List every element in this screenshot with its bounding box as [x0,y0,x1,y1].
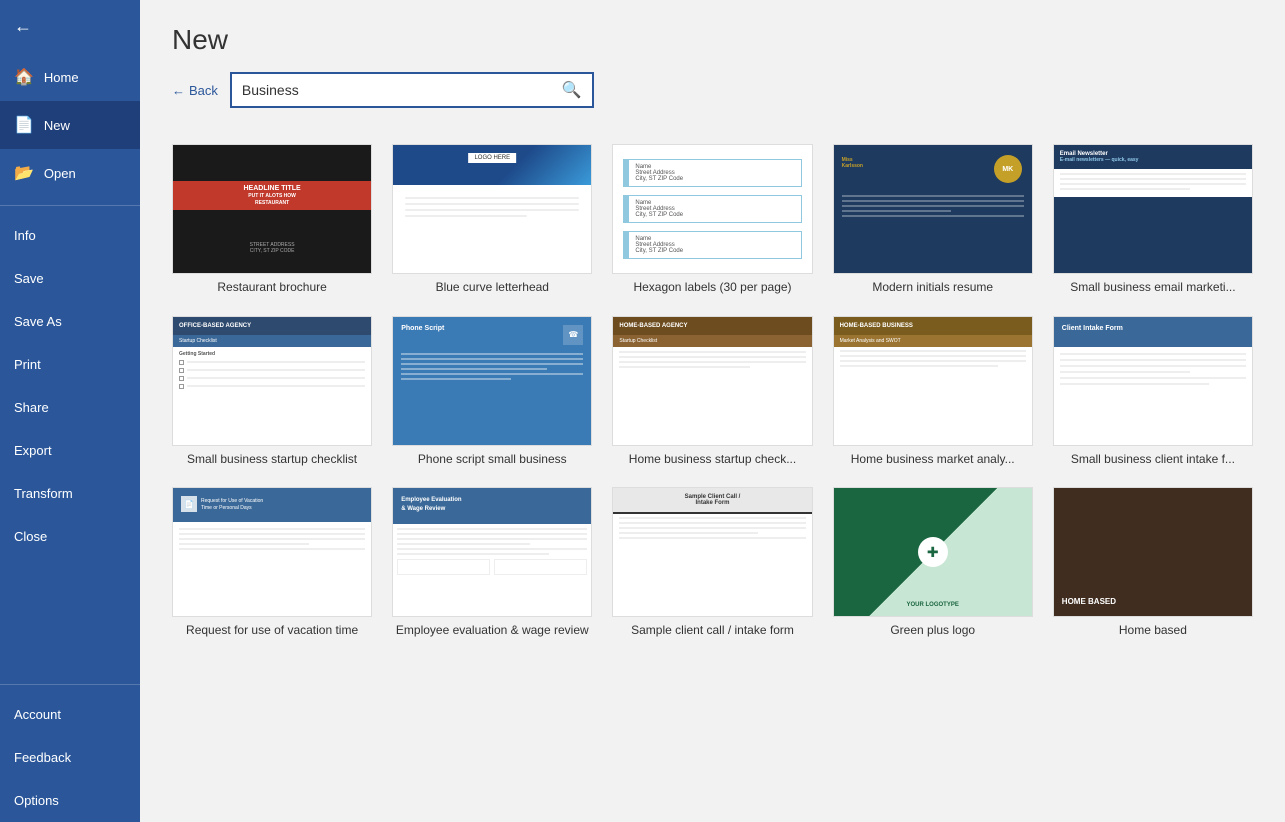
template-card-modern-resume[interactable]: MK MissKarlsson Modern initials resume [833,144,1033,296]
template-thumb: Employee Evaluation& Wage Review [392,487,592,617]
sidebar: ← 🏠 Home 📄 New 📂 Open Info Save Save As … [0,0,140,822]
sidebar-item-transform[interactable]: Transform [0,472,140,515]
template-card-green-logo[interactable]: ✚ YOUR LOGOTYPE Green plus logo [833,487,1033,639]
template-card-home-biz-checklist[interactable]: HOME-BASED AGENCY Startup Checklist Home… [612,316,812,468]
sidebar-item-feedback[interactable]: Feedback [0,736,140,779]
sidebar-new-label: New [44,118,70,133]
template-label: Small business startup checklist [172,452,372,468]
template-card-client-call[interactable]: Sample Client Call /Intake Form Sample c… [612,487,812,639]
template-card-small-business-checklist[interactable]: OFFICE-BASED AGENCY Startup Checklist Ge… [172,316,372,468]
sidebar-options-label: Options [14,793,59,808]
back-link[interactable]: ← Back [172,83,218,98]
sidebar-item-options[interactable]: Options [0,779,140,822]
open-icon: 📂 [14,163,34,183]
template-thumb: MK MissKarlsson [833,144,1033,274]
template-label: Restaurant brochure [172,280,372,296]
sidebar-home-label: Home [44,70,79,85]
back-link-arrow-icon: ← [172,83,185,98]
template-card-home-biz-market[interactable]: HOME-BASED BUSINESS Market Analysis and … [833,316,1033,468]
template-thumb: HOME-BASED AGENCY Startup Checklist [612,316,812,446]
main-header: New ← Back 🔍 [140,0,1285,128]
sidebar-export-label: Export [14,443,52,458]
template-thumb: ☎ Phone Script [392,316,592,446]
sidebar-back-button[interactable]: ← [0,0,140,53]
template-label: Small business client intake f... [1053,452,1253,468]
template-label: Sample client call / intake form [612,623,812,639]
back-link-label: Back [189,83,218,98]
template-card-employee-eval[interactable]: Employee Evaluation& Wage Review Employe… [392,487,592,639]
home-icon: 🏠 [14,67,34,87]
sidebar-spacer [0,558,140,676]
sidebar-item-new[interactable]: 📄 New [0,101,140,149]
sidebar-feedback-label: Feedback [14,750,71,765]
sidebar-item-home[interactable]: 🏠 Home [0,53,140,101]
sidebar-save-as-label: Save As [14,314,62,329]
sidebar-account-label: Account [14,707,61,722]
template-card-hexagon-labels[interactable]: NameStreet AddressCity, ST ZIP Code Name… [612,144,812,296]
sidebar-share-label: Share [14,400,49,415]
sidebar-divider-1 [0,205,140,206]
template-thumb: Sample Client Call /Intake Form [612,487,812,617]
template-thumb: ✚ YOUR LOGOTYPE [833,487,1033,617]
sidebar-transform-label: Transform [14,486,73,501]
template-thumb: HEADLINE TITLEPUT IT ALOTS HOWRESTAURANT… [172,144,372,274]
template-label: Modern initials resume [833,280,1033,296]
sidebar-item-account[interactable]: Account [0,693,140,736]
template-thumb: 📄 Request for Use of VacationTime or Per… [172,487,372,617]
template-card-phone-script[interactable]: ☎ Phone Script Phone script small busine… [392,316,592,468]
template-grid: HEADLINE TITLEPUT IT ALOTS HOWRESTAURANT… [140,128,1285,663]
template-label: Home business startup check... [612,452,812,468]
template-label: Phone script small business [392,452,592,468]
template-thumb: Client Intake Form [1053,316,1253,446]
template-thumb: LOGO HERE [392,144,592,274]
template-label: Small business email marketi... [1053,280,1253,296]
sidebar-item-save-as[interactable]: Save As [0,300,140,343]
template-thumb: HOME BASED [1053,487,1253,617]
sidebar-item-open[interactable]: 📂 Open [0,149,140,197]
search-bar: ← Back 🔍 [172,72,1253,108]
sidebar-item-export[interactable]: Export [0,429,140,472]
new-icon: 📄 [14,115,34,135]
sidebar-open-label: Open [44,166,76,181]
template-card-restaurant-brochure[interactable]: HEADLINE TITLEPUT IT ALOTS HOWRESTAURANT… [172,144,372,296]
template-card-blue-curve[interactable]: LOGO HERE Blue curve letterhead [392,144,592,296]
template-label: Green plus logo [833,623,1033,639]
main-content: New ← Back 🔍 HEADLINE TITLEPUT IT ALOTS … [140,0,1285,822]
sidebar-item-save[interactable]: Save [0,257,140,300]
template-card-client-intake[interactable]: Client Intake Form Small business client… [1053,316,1253,468]
template-label: Home business market analy... [833,452,1033,468]
sidebar-item-close[interactable]: Close [0,515,140,558]
template-card-email[interactable]: Email Newsletter E-mail newsletters — qu… [1053,144,1253,296]
page-title: New [172,24,1253,56]
sidebar-print-label: Print [14,357,41,372]
template-label: Hexagon labels (30 per page) [612,280,812,296]
sidebar-item-info[interactable]: Info [0,214,140,257]
template-card-vacation-request[interactable]: 📄 Request for Use of VacationTime or Per… [172,487,372,639]
template-thumb: NameStreet AddressCity, ST ZIP Code Name… [612,144,812,274]
template-thumb: Email Newsletter E-mail newsletters — qu… [1053,144,1253,274]
back-arrow-icon: ← [14,16,32,37]
sidebar-save-label: Save [14,271,44,286]
search-button[interactable]: 🔍 [552,74,592,106]
sidebar-divider-2 [0,684,140,685]
template-label: Request for use of vacation time [172,623,372,639]
template-thumb: OFFICE-BASED AGENCY Startup Checklist Ge… [172,316,372,446]
template-label: Home based [1053,623,1253,639]
template-card-home-based[interactable]: HOME BASED Home based [1053,487,1253,639]
sidebar-item-share[interactable]: Share [0,386,140,429]
sidebar-close-label: Close [14,529,47,544]
template-label: Blue curve letterhead [392,280,592,296]
template-label: Employee evaluation & wage review [392,623,592,639]
template-thumb: HOME-BASED BUSINESS Market Analysis and … [833,316,1033,446]
search-input-wrap: 🔍 [230,72,594,108]
sidebar-info-label: Info [14,228,36,243]
sidebar-item-print[interactable]: Print [0,343,140,386]
search-input[interactable] [232,76,552,104]
